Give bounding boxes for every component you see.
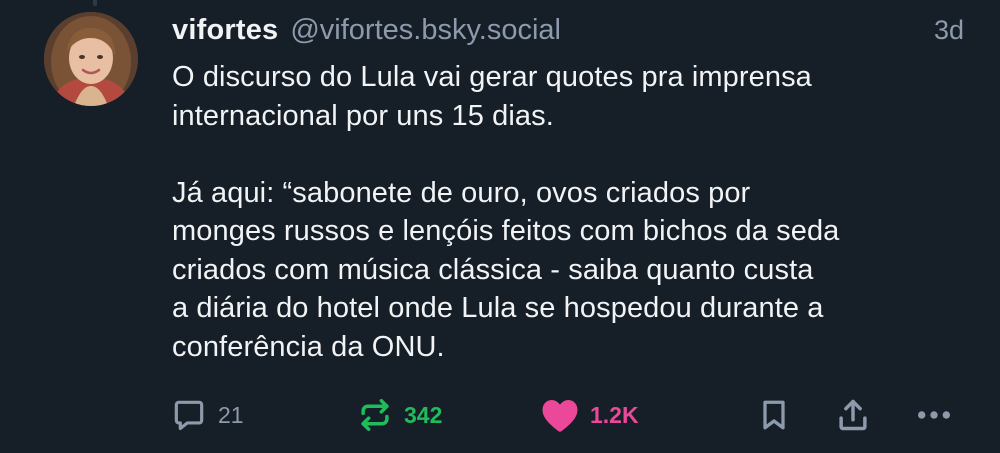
author-handle[interactable]: @vifortes.bsky.social — [290, 14, 561, 47]
post[interactable]: vifortes @vifortes.bsky.social 3d O disc… — [0, 0, 1000, 453]
heart-icon — [540, 396, 580, 434]
repost-button[interactable]: 342 — [356, 393, 442, 437]
avatar[interactable] — [44, 12, 138, 106]
like-count: 1.2K — [590, 401, 639, 428]
thread-line — [93, 0, 97, 6]
bookmark-icon — [756, 396, 792, 434]
reply-count: 21 — [218, 401, 244, 428]
more-options-button[interactable] — [914, 393, 954, 437]
repost-count: 342 — [404, 401, 443, 428]
bookmark-button[interactable] — [756, 393, 792, 437]
post-text: O discurso do Lula vai gerar quotes pra … — [172, 61, 840, 363]
reply-icon — [170, 396, 208, 434]
repost-icon — [356, 396, 394, 434]
like-button[interactable]: 1.2K — [540, 393, 639, 437]
share-icon — [834, 396, 872, 434]
post-timestamp[interactable]: 3d — [934, 15, 964, 46]
post-header: vifortes @vifortes.bsky.social 3d — [172, 14, 964, 50]
reply-button[interactable]: 21 — [170, 393, 244, 437]
share-button[interactable] — [834, 393, 872, 437]
more-icon — [914, 396, 954, 434]
post-actions: 21 342 1.2K — [170, 393, 960, 437]
author-display-name[interactable]: vifortes — [172, 14, 278, 47]
